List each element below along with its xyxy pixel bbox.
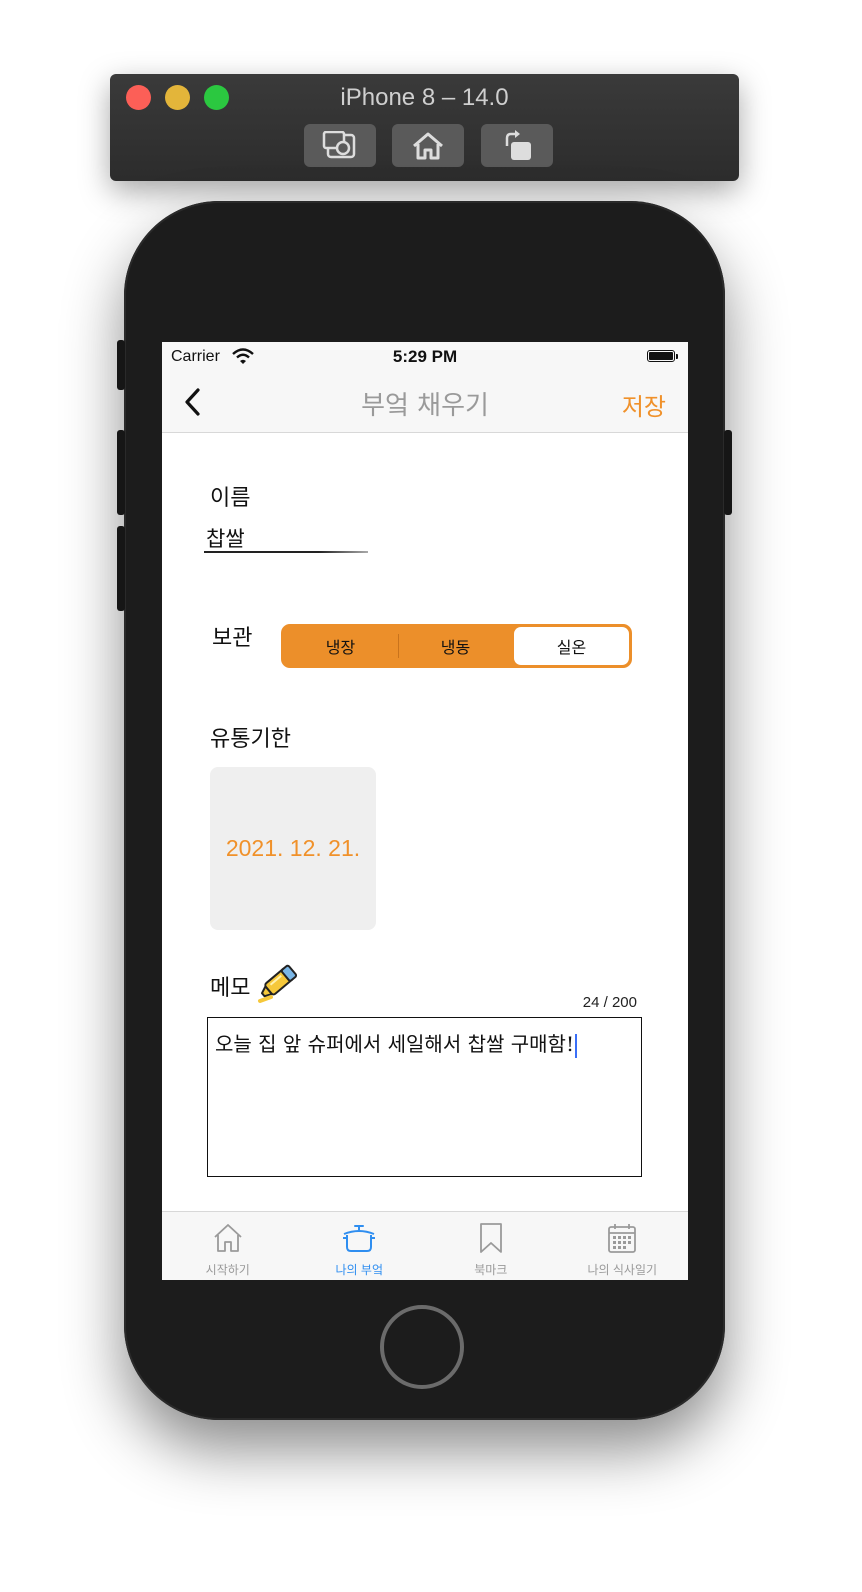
- home-icon: [413, 132, 443, 159]
- battery-tip: [676, 354, 678, 359]
- name-label: 이름: [210, 486, 251, 511]
- tab-label: 북마크: [474, 1263, 508, 1277]
- tab-bookmark[interactable]: 북마크: [425, 1212, 557, 1280]
- storage-option-room-temp[interactable]: 실온: [514, 627, 629, 665]
- rotate-icon: [505, 129, 531, 160]
- memo-label: 메모: [210, 976, 251, 1001]
- rotate-button[interactable]: [481, 124, 553, 167]
- status-bar: Carrier 5:29 PM: [162, 342, 688, 372]
- screenshot-button[interactable]: [304, 124, 376, 167]
- clock: 5:29 PM: [392, 347, 458, 366]
- house-icon: [214, 1224, 242, 1252]
- storage-segmented-control: 냉장 냉동 실온: [281, 624, 632, 668]
- expiry-label: 유통기한: [210, 727, 291, 752]
- storage-option-fridge[interactable]: 냉장: [283, 626, 398, 666]
- screenshot-icon: [322, 130, 356, 158]
- page-title: 부엌 채우기: [361, 391, 489, 421]
- tab-meal-diary[interactable]: 나의 식사일기: [557, 1212, 689, 1280]
- home-button[interactable]: [392, 124, 464, 167]
- pot-icon: [343, 1225, 376, 1252]
- expiry-date-value: 2021. 12. 21.: [225, 835, 361, 861]
- expiry-date-picker[interactable]: 2021. 12. 21.: [210, 767, 376, 930]
- storage-label: 보관: [212, 626, 253, 651]
- tab-bar: 시작하기 나의 부엌 북마크 나의 식사일기: [162, 1211, 688, 1280]
- name-field[interactable]: 찹쌀: [206, 523, 245, 553]
- tab-label: 나의 식사일기: [587, 1263, 658, 1277]
- device-home-button[interactable]: [380, 1305, 464, 1389]
- storage-option-freezer[interactable]: 냉동: [398, 626, 513, 666]
- bookmark-icon: [479, 1223, 502, 1253]
- memo-textarea[interactable]: 오늘 집 앞 슈퍼에서 세일해서 찹쌀 구매함!: [207, 1017, 642, 1177]
- calendar-icon: [608, 1224, 637, 1253]
- text-caret: [574, 1033, 577, 1058]
- memo-text: 오늘 집 앞 슈퍼에서 세일해서 찹쌀 구매함!: [215, 1032, 574, 1056]
- tab-label: 나의 부엌: [335, 1263, 384, 1277]
- save-button[interactable]: 저장: [622, 387, 666, 422]
- battery-icon: [647, 350, 675, 362]
- highlighter-icon: [258, 964, 298, 1003]
- tab-label: 시작하기: [205, 1263, 250, 1277]
- app-screen: Carrier 5:29 PM 부엌 채우기 저장 이름 찹쌀 보관 냉장 냉동…: [162, 342, 688, 1280]
- simulator-title: iPhone 8 – 14.0: [340, 84, 509, 111]
- memo-character-counter: 24 / 200: [582, 994, 637, 1011]
- volume-up-button: [117, 430, 125, 515]
- navigation-bar: 부엌 채우기 저장: [162, 372, 688, 433]
- power-button: [724, 430, 732, 515]
- tab-my-kitchen[interactable]: 나의 부엌: [294, 1212, 426, 1280]
- volume-down-button: [117, 526, 125, 611]
- mute-switch: [117, 340, 125, 390]
- tab-start[interactable]: 시작하기: [162, 1212, 294, 1280]
- name-field-underline: [204, 551, 368, 553]
